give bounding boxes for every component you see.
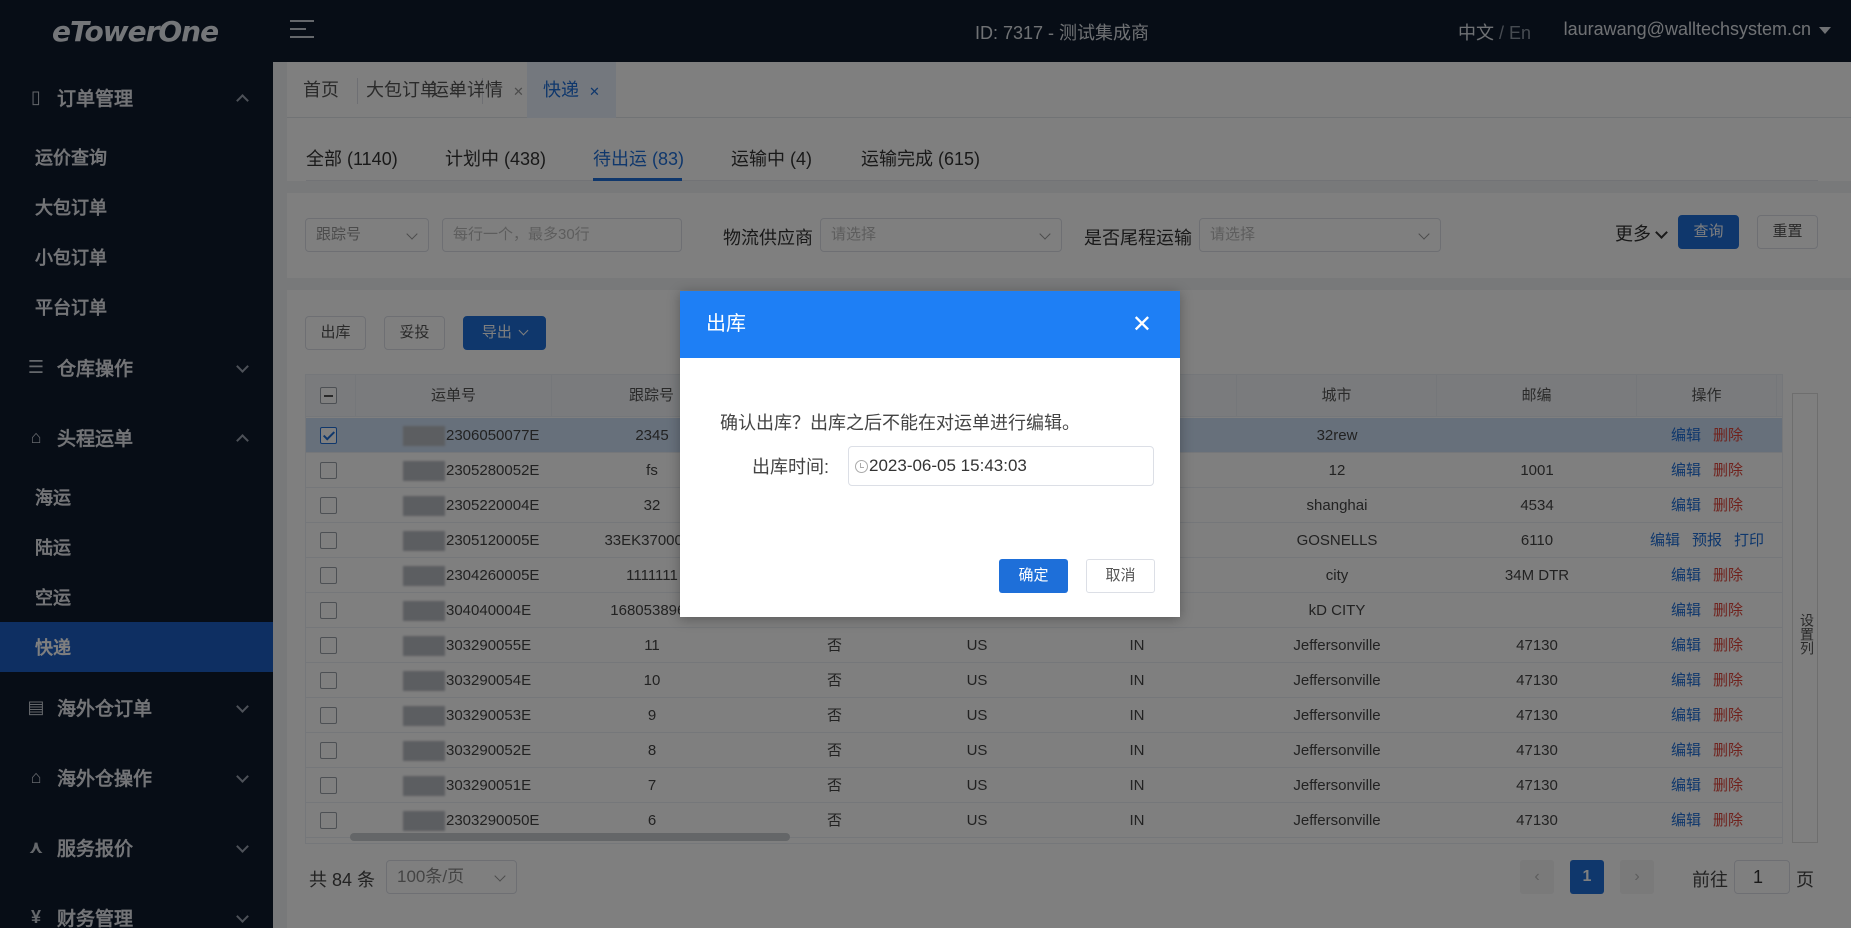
outbound-time-label: 出库时间: [752,457,830,477]
outbound-dialog: 出库 ✕ 确认出库？出库之后不能在对运单进行编辑。 出库时间: 2023-06-… [680,291,1180,617]
dialog-title: 出库 [706,313,746,335]
dialog-header: 出库 ✕ [680,291,1180,358]
clock-icon [855,460,868,473]
close-icon[interactable]: ✕ [1132,291,1152,358]
time-value: 2023-06-05 15:43:03 [869,456,1027,475]
cancel-button[interactable]: 取消 [1086,559,1155,593]
dialog-message: 确认出库？出库之后不能在对运单进行编辑。 [720,413,1080,433]
outbound-time-input[interactable]: 2023-06-05 15:43:03 [848,446,1154,486]
confirm-button[interactable]: 确定 [999,559,1068,593]
